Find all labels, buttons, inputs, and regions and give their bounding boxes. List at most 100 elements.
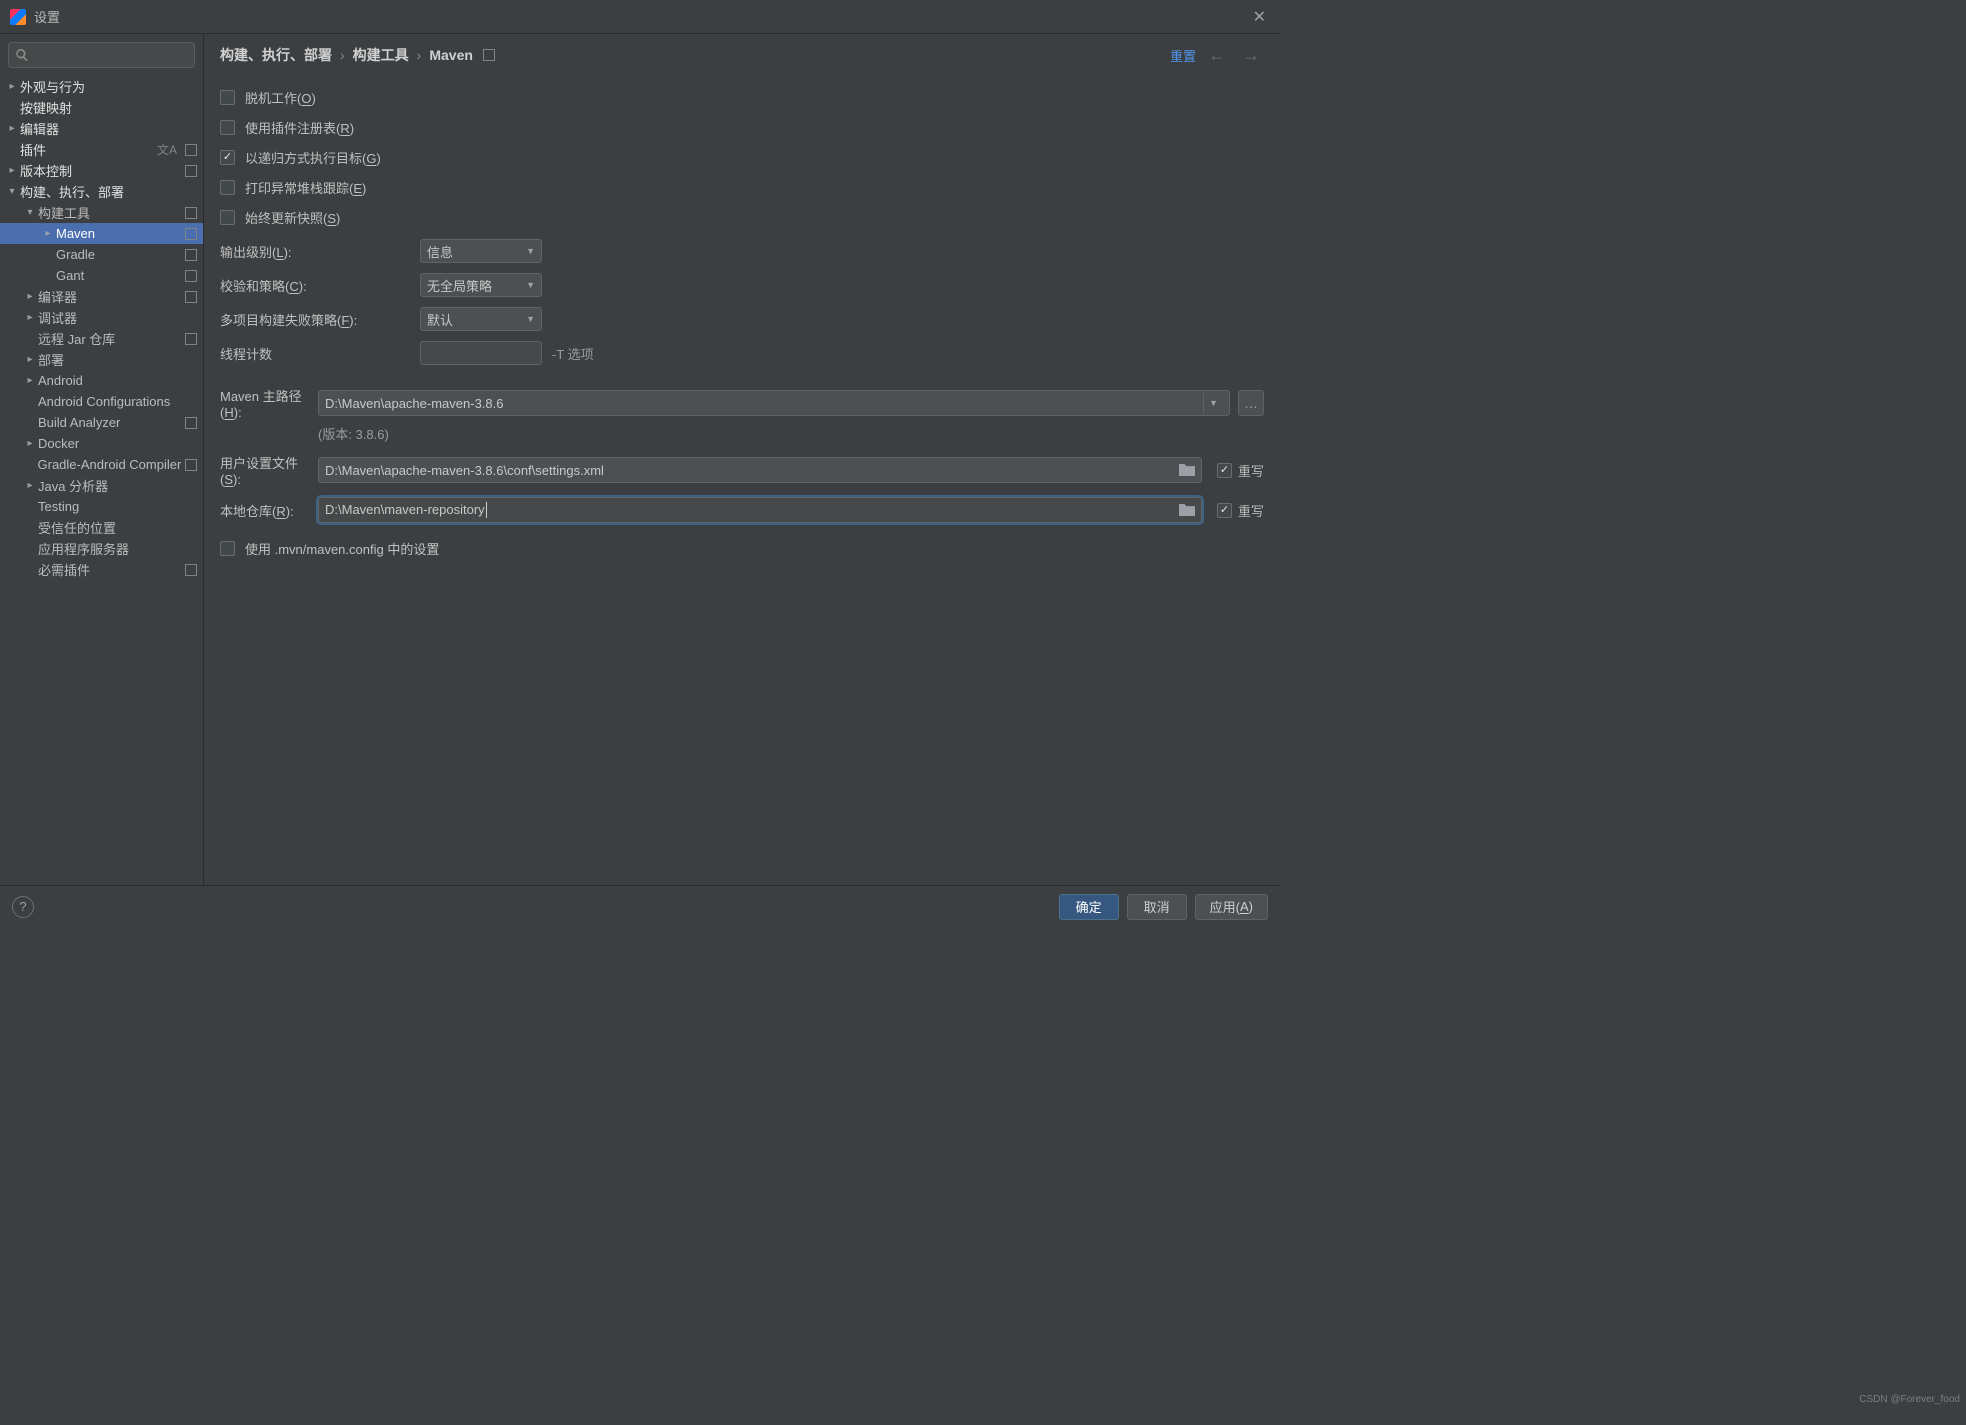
tree-item-label: 编译器 — [38, 287, 181, 306]
help-button[interactable]: ? — [12, 896, 34, 918]
tree-item[interactable]: Gradle — [0, 244, 203, 265]
ok-button[interactable]: 确定 — [1059, 894, 1119, 920]
update-snapshots-checkbox[interactable] — [220, 210, 235, 225]
back-arrow-icon[interactable]: ← — [1204, 45, 1230, 66]
tree-item[interactable]: 编辑器 — [0, 118, 203, 139]
tree-item-label: 构建工具 — [38, 203, 181, 222]
tree-item-label: 构建、执行、部署 — [20, 182, 197, 201]
override-repo-checkbox[interactable] — [1217, 503, 1232, 518]
project-scope-badge-icon — [185, 165, 197, 177]
folder-icon[interactable] — [1179, 504, 1195, 516]
use-mvn-config-checkbox[interactable] — [220, 541, 235, 556]
user-settings-input[interactable]: D:\Maven\apache-maven-3.8.6\conf\setting… — [318, 457, 1202, 483]
tree-item[interactable]: 构建、执行、部署 — [0, 181, 203, 202]
threads-hint: -T 选项 — [552, 344, 594, 363]
tree-item[interactable]: 构建工具 — [0, 202, 203, 223]
tree-item[interactable]: 插件文A — [0, 139, 203, 160]
project-scope-badge-icon — [483, 49, 495, 61]
reset-link[interactable]: 重置 — [1170, 46, 1196, 65]
tree-item[interactable]: Build Analyzer — [0, 412, 203, 433]
maven-home-combo[interactable]: D:\Maven\apache-maven-3.8.6 ▼ — [318, 390, 1230, 416]
output-level-label: 输出级别(L): — [220, 242, 420, 261]
tree-item-label: 调试器 — [38, 308, 197, 327]
maven-version-text: (版本: 3.8.6) — [318, 424, 1264, 443]
tree-item-label: Android Configurations — [38, 394, 197, 409]
tree-item[interactable]: 应用程序服务器 — [0, 538, 203, 559]
chevron-down-icon[interactable]: ▼ — [1203, 393, 1223, 413]
folder-icon[interactable] — [1179, 464, 1195, 476]
tree-arrow-icon[interactable] — [22, 480, 38, 491]
tree-item[interactable]: Java 分析器 — [0, 475, 203, 496]
project-scope-badge-icon — [185, 564, 197, 576]
maven-form: 脱机工作(O) 使用插件注册表(R) 以递归方式执行目标(G) 打印异常堆栈跟踪… — [204, 76, 1280, 579]
tree-item[interactable]: Android Configurations — [0, 391, 203, 412]
tree-arrow-icon[interactable] — [22, 438, 38, 449]
tree-item-label: 按键映射 — [20, 98, 197, 117]
more-button[interactable]: … — [1238, 390, 1264, 416]
tree-item-label: Docker — [38, 436, 197, 451]
threads-input[interactable] — [420, 341, 542, 365]
offline-checkbox[interactable] — [220, 90, 235, 105]
offline-label: 脱机工作(O) — [245, 88, 316, 107]
apply-button[interactable]: 应用(A) — [1195, 894, 1268, 920]
project-scope-badge-icon — [185, 291, 197, 303]
settings-tree[interactable]: 外观与行为按键映射编辑器插件文A版本控制构建、执行、部署构建工具 Maven Gra… — [0, 74, 203, 885]
tree-arrow-icon[interactable] — [22, 291, 38, 302]
tree-arrow-icon[interactable] — [22, 375, 38, 386]
tree-arrow-icon[interactable] — [4, 165, 20, 176]
tree-item[interactable]: Android — [0, 370, 203, 391]
settings-sidebar: 外观与行为按键映射编辑器插件文A版本控制构建、执行、部署构建工具 Maven Gra… — [0, 34, 204, 885]
chevron-down-icon: ▼ — [526, 246, 535, 256]
breadcrumb-part: 构建工具 — [353, 45, 409, 65]
tree-item[interactable]: 调试器 — [0, 307, 203, 328]
close-icon[interactable]: ✕ — [1249, 7, 1270, 27]
override-settings-checkbox[interactable] — [1217, 463, 1232, 478]
tree-item[interactable]: Docker — [0, 433, 203, 454]
project-scope-badge-icon — [185, 333, 197, 345]
recursive-goals-checkbox[interactable] — [220, 150, 235, 165]
tree-arrow-icon[interactable] — [22, 312, 38, 323]
tree-arrow-icon[interactable] — [4, 123, 20, 134]
checksum-policy-label: 校验和策略(C): — [220, 276, 420, 295]
checksum-policy-select[interactable]: 无全局策略▼ — [420, 273, 542, 297]
tree-item[interactable]: 编译器 — [0, 286, 203, 307]
tree-item[interactable]: 外观与行为 — [0, 76, 203, 97]
tree-item[interactable]: 版本控制 — [0, 160, 203, 181]
tree-arrow-icon[interactable] — [40, 228, 56, 239]
maven-home-label: Maven 主路径(H): — [220, 386, 310, 420]
maven-home-value: D:\Maven\apache-maven-3.8.6 — [325, 396, 1197, 411]
recursive-goals-label: 以递归方式执行目标(G) — [245, 148, 381, 167]
tree-item[interactable]: 必需插件 — [0, 559, 203, 580]
project-scope-badge-icon — [185, 144, 197, 156]
tree-item[interactable]: Gant — [0, 265, 203, 286]
tree-item[interactable]: 部署 — [0, 349, 203, 370]
tree-item[interactable]: Gradle-Android Compiler — [0, 454, 203, 475]
tree-arrow-icon[interactable] — [4, 186, 20, 197]
tree-arrow-icon[interactable] — [4, 81, 20, 92]
tree-arrow-icon[interactable] — [22, 207, 38, 218]
tree-item[interactable]: 远程 Jar 仓库 — [0, 328, 203, 349]
tree-item[interactable]: Maven — [0, 223, 203, 244]
tree-item-label: 远程 Jar 仓库 — [38, 329, 181, 348]
watermark-text: CSDN @Forever_food — [1859, 1394, 1960, 1405]
search-input[interactable] — [8, 42, 195, 68]
print-stacktrace-label: 打印异常堆栈跟踪(E) — [245, 178, 366, 197]
cancel-button[interactable]: 取消 — [1127, 894, 1187, 920]
breadcrumb-sep: › — [417, 47, 422, 63]
forward-arrow-icon[interactable]: → — [1238, 45, 1264, 66]
plugin-registry-checkbox[interactable] — [220, 120, 235, 135]
chevron-down-icon: ▼ — [526, 280, 535, 290]
user-settings-label: 用户设置文件(S): — [220, 453, 310, 487]
output-level-select[interactable]: 信息▼ — [420, 239, 542, 263]
tree-arrow-icon[interactable] — [22, 354, 38, 365]
print-stacktrace-checkbox[interactable] — [220, 180, 235, 195]
tree-item[interactable]: 受信任的位置 — [0, 517, 203, 538]
tree-item[interactable]: 按键映射 — [0, 97, 203, 118]
window-title: 设置 — [34, 7, 60, 26]
fail-policy-select[interactable]: 默认▼ — [420, 307, 542, 331]
tree-item[interactable]: Testing — [0, 496, 203, 517]
tree-item-label: Maven — [56, 226, 181, 241]
project-scope-badge-icon — [185, 459, 197, 471]
breadcrumb-part: 构建、执行、部署 — [220, 45, 332, 65]
local-repo-input[interactable]: D:\Maven\maven-repository — [318, 497, 1202, 523]
